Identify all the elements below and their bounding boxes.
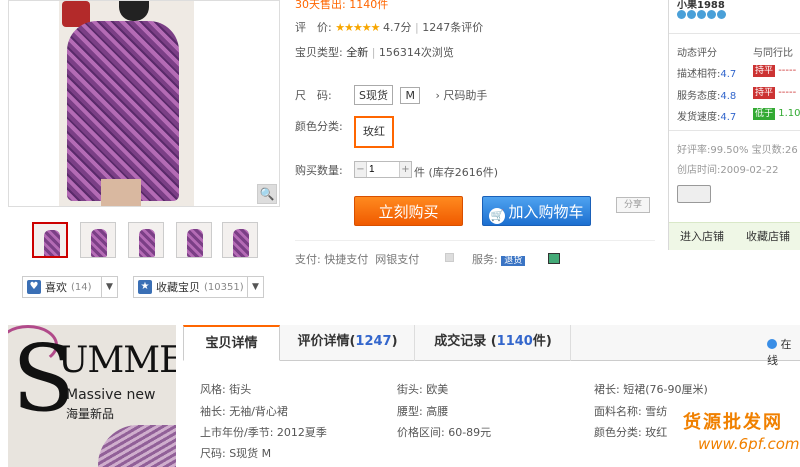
attr-skirt-length: 裙长: 短裙(76-90厘米) bbox=[594, 383, 708, 396]
watermark-url: www.6pf.com bbox=[698, 435, 800, 453]
zoom-icon[interactable]: 🔍 bbox=[257, 184, 277, 204]
size-label: 尺 码: bbox=[295, 89, 332, 102]
like-dropdown-chevron-icon[interactable]: ▼ bbox=[101, 277, 117, 297]
crown-badge-icon bbox=[707, 10, 716, 19]
like-label: 喜欢 bbox=[45, 281, 67, 294]
thumbnail-4[interactable] bbox=[176, 222, 212, 258]
like-count: (14) bbox=[71, 281, 92, 293]
heart-icon: ♥ bbox=[27, 280, 41, 294]
rating-stars-icon: ★★★★★ bbox=[335, 21, 380, 34]
favorite-icon: ★ bbox=[138, 280, 152, 294]
sales-row: 30天售出: 1140件 bbox=[295, 0, 389, 11]
compare-row-service: 持平 ----- bbox=[753, 87, 797, 99]
shop-created-date: 创店时间:2009-02-22 bbox=[677, 165, 779, 176]
shop-level-badges bbox=[677, 10, 727, 22]
online-chat-link[interactable]: 在线 bbox=[767, 336, 800, 368]
stock-text: 件 (库存2616件) bbox=[414, 166, 499, 179]
compare-title: 与同行比 bbox=[753, 48, 793, 59]
quantity-input[interactable] bbox=[366, 162, 400, 177]
add-to-cart-button[interactable]: 🛒 加入购物车 bbox=[482, 196, 591, 226]
size-helper-link[interactable]: › 尺码助手 bbox=[435, 89, 487, 102]
thumbnail-2[interactable] bbox=[80, 222, 116, 258]
attr-style: 风格: 街头 bbox=[200, 383, 252, 396]
payment-row: 支付: 快捷支付 网银支付 bbox=[295, 253, 420, 266]
banner-fabric-graphic bbox=[98, 425, 176, 467]
compare-row-description: 持平 ----- bbox=[753, 65, 797, 77]
rating-count-link[interactable]: 1247条评价 bbox=[422, 21, 483, 34]
envelope-icon[interactable] bbox=[548, 253, 560, 264]
share-button[interactable]: 分享 bbox=[616, 197, 650, 213]
increment-button[interactable]: + bbox=[400, 162, 411, 177]
service-row: 服务: 退货 bbox=[472, 251, 526, 267]
crown-badge-icon bbox=[687, 10, 696, 19]
contact-seller-icon[interactable] bbox=[677, 185, 711, 203]
favorite-item-button[interactable]: ★ 收藏宝贝 (10351) ▼ bbox=[133, 276, 264, 298]
product-photo bbox=[59, 1, 194, 206]
score-row-service: 服务态度:4.8 bbox=[677, 91, 737, 102]
main-product-image[interactable]: 🔍 bbox=[8, 0, 280, 207]
payment-info-icon[interactable] bbox=[445, 253, 454, 262]
thumbnail-1[interactable] bbox=[32, 222, 68, 258]
chat-icon bbox=[767, 339, 777, 349]
watermark-text: 货源批发网 bbox=[683, 412, 783, 433]
tab-item-details[interactable]: 宝贝详情 bbox=[183, 325, 280, 361]
tab-transactions[interactable]: 成交记录 (1140件) bbox=[416, 325, 571, 361]
favorite-count: (10351) bbox=[204, 281, 244, 293]
good-rate: 好评率:99.50% 宝贝数:26 bbox=[677, 145, 798, 156]
model-hair-graphic bbox=[119, 1, 149, 21]
attr-size: 尺码: S现货 M bbox=[200, 447, 272, 460]
quantity-label: 购买数量: bbox=[295, 164, 343, 177]
crown-badge-icon bbox=[697, 10, 706, 19]
attr-street: 街头: 欧美 bbox=[397, 383, 449, 396]
quantity-stepper[interactable]: − + bbox=[354, 161, 412, 178]
thumbnail-5[interactable] bbox=[222, 222, 258, 258]
dress-graphic bbox=[67, 21, 179, 201]
attr-color: 颜色分类: 玫红 bbox=[594, 426, 668, 439]
model-legs-graphic bbox=[101, 179, 141, 206]
crown-badge-icon bbox=[677, 10, 686, 19]
favorite-label: 收藏宝贝 bbox=[156, 281, 200, 294]
attr-season: 上市年份/季节: 2012夏季 bbox=[200, 426, 327, 439]
type-row: 宝贝类型: 全新 | 156314次浏览 bbox=[295, 46, 454, 59]
summer-banner[interactable]: S UMMER Massive new 海量新品 bbox=[8, 325, 176, 467]
score-title: 动态评分 bbox=[677, 48, 717, 59]
attr-fabric: 面料名称: 雪纺 bbox=[594, 405, 668, 418]
size-option-m[interactable]: M bbox=[400, 87, 420, 104]
attr-price-range: 价格区间: 60-89元 bbox=[397, 426, 492, 439]
score-row-shipping: 发货速度:4.7 bbox=[677, 112, 737, 123]
attr-sleeve: 袖长: 无袖/背心裙 bbox=[200, 405, 288, 418]
color-option-selected[interactable]: 玫红 bbox=[354, 116, 394, 148]
rating-row[interactable]: 评 价: ★★★★★ 4.7分 | 1247条评价 bbox=[295, 19, 483, 35]
crown-badge-icon bbox=[717, 10, 726, 19]
shop-panel: 小果1988 动态评分 与同行比 描述相符:4.7 持平 ----- 服务态度:… bbox=[668, 0, 800, 250]
favorite-shop-button[interactable]: 收藏店铺 bbox=[735, 223, 800, 250]
color-label: 颜色分类: bbox=[295, 120, 343, 133]
favorite-dropdown-chevron-icon[interactable]: ▼ bbox=[247, 277, 263, 297]
attr-waist: 腰型: 高腰 bbox=[397, 405, 449, 418]
size-options: S现货 M › 尺码助手 bbox=[354, 85, 487, 105]
like-button[interactable]: ♥ 喜欢 (14) ▼ bbox=[22, 276, 118, 298]
decrement-button[interactable]: − bbox=[355, 162, 366, 177]
compare-row-shipping: 低于 1.10 bbox=[753, 108, 800, 120]
thumbnail-3[interactable] bbox=[128, 222, 164, 258]
enter-shop-button[interactable]: 进入店铺 bbox=[669, 223, 735, 250]
service-badge[interactable]: 退货 bbox=[501, 256, 526, 266]
size-option-s[interactable]: S现货 bbox=[354, 85, 393, 105]
buy-now-button[interactable]: 立刻购买 bbox=[354, 196, 463, 226]
divider bbox=[295, 240, 655, 241]
tab-reviews[interactable]: 评价详情(1247) bbox=[281, 325, 415, 361]
shop-footer: 进入店铺 收藏店铺 bbox=[669, 222, 800, 250]
score-row-description: 描述相符:4.7 bbox=[677, 69, 737, 80]
cart-icon: 🛒 bbox=[489, 208, 506, 224]
